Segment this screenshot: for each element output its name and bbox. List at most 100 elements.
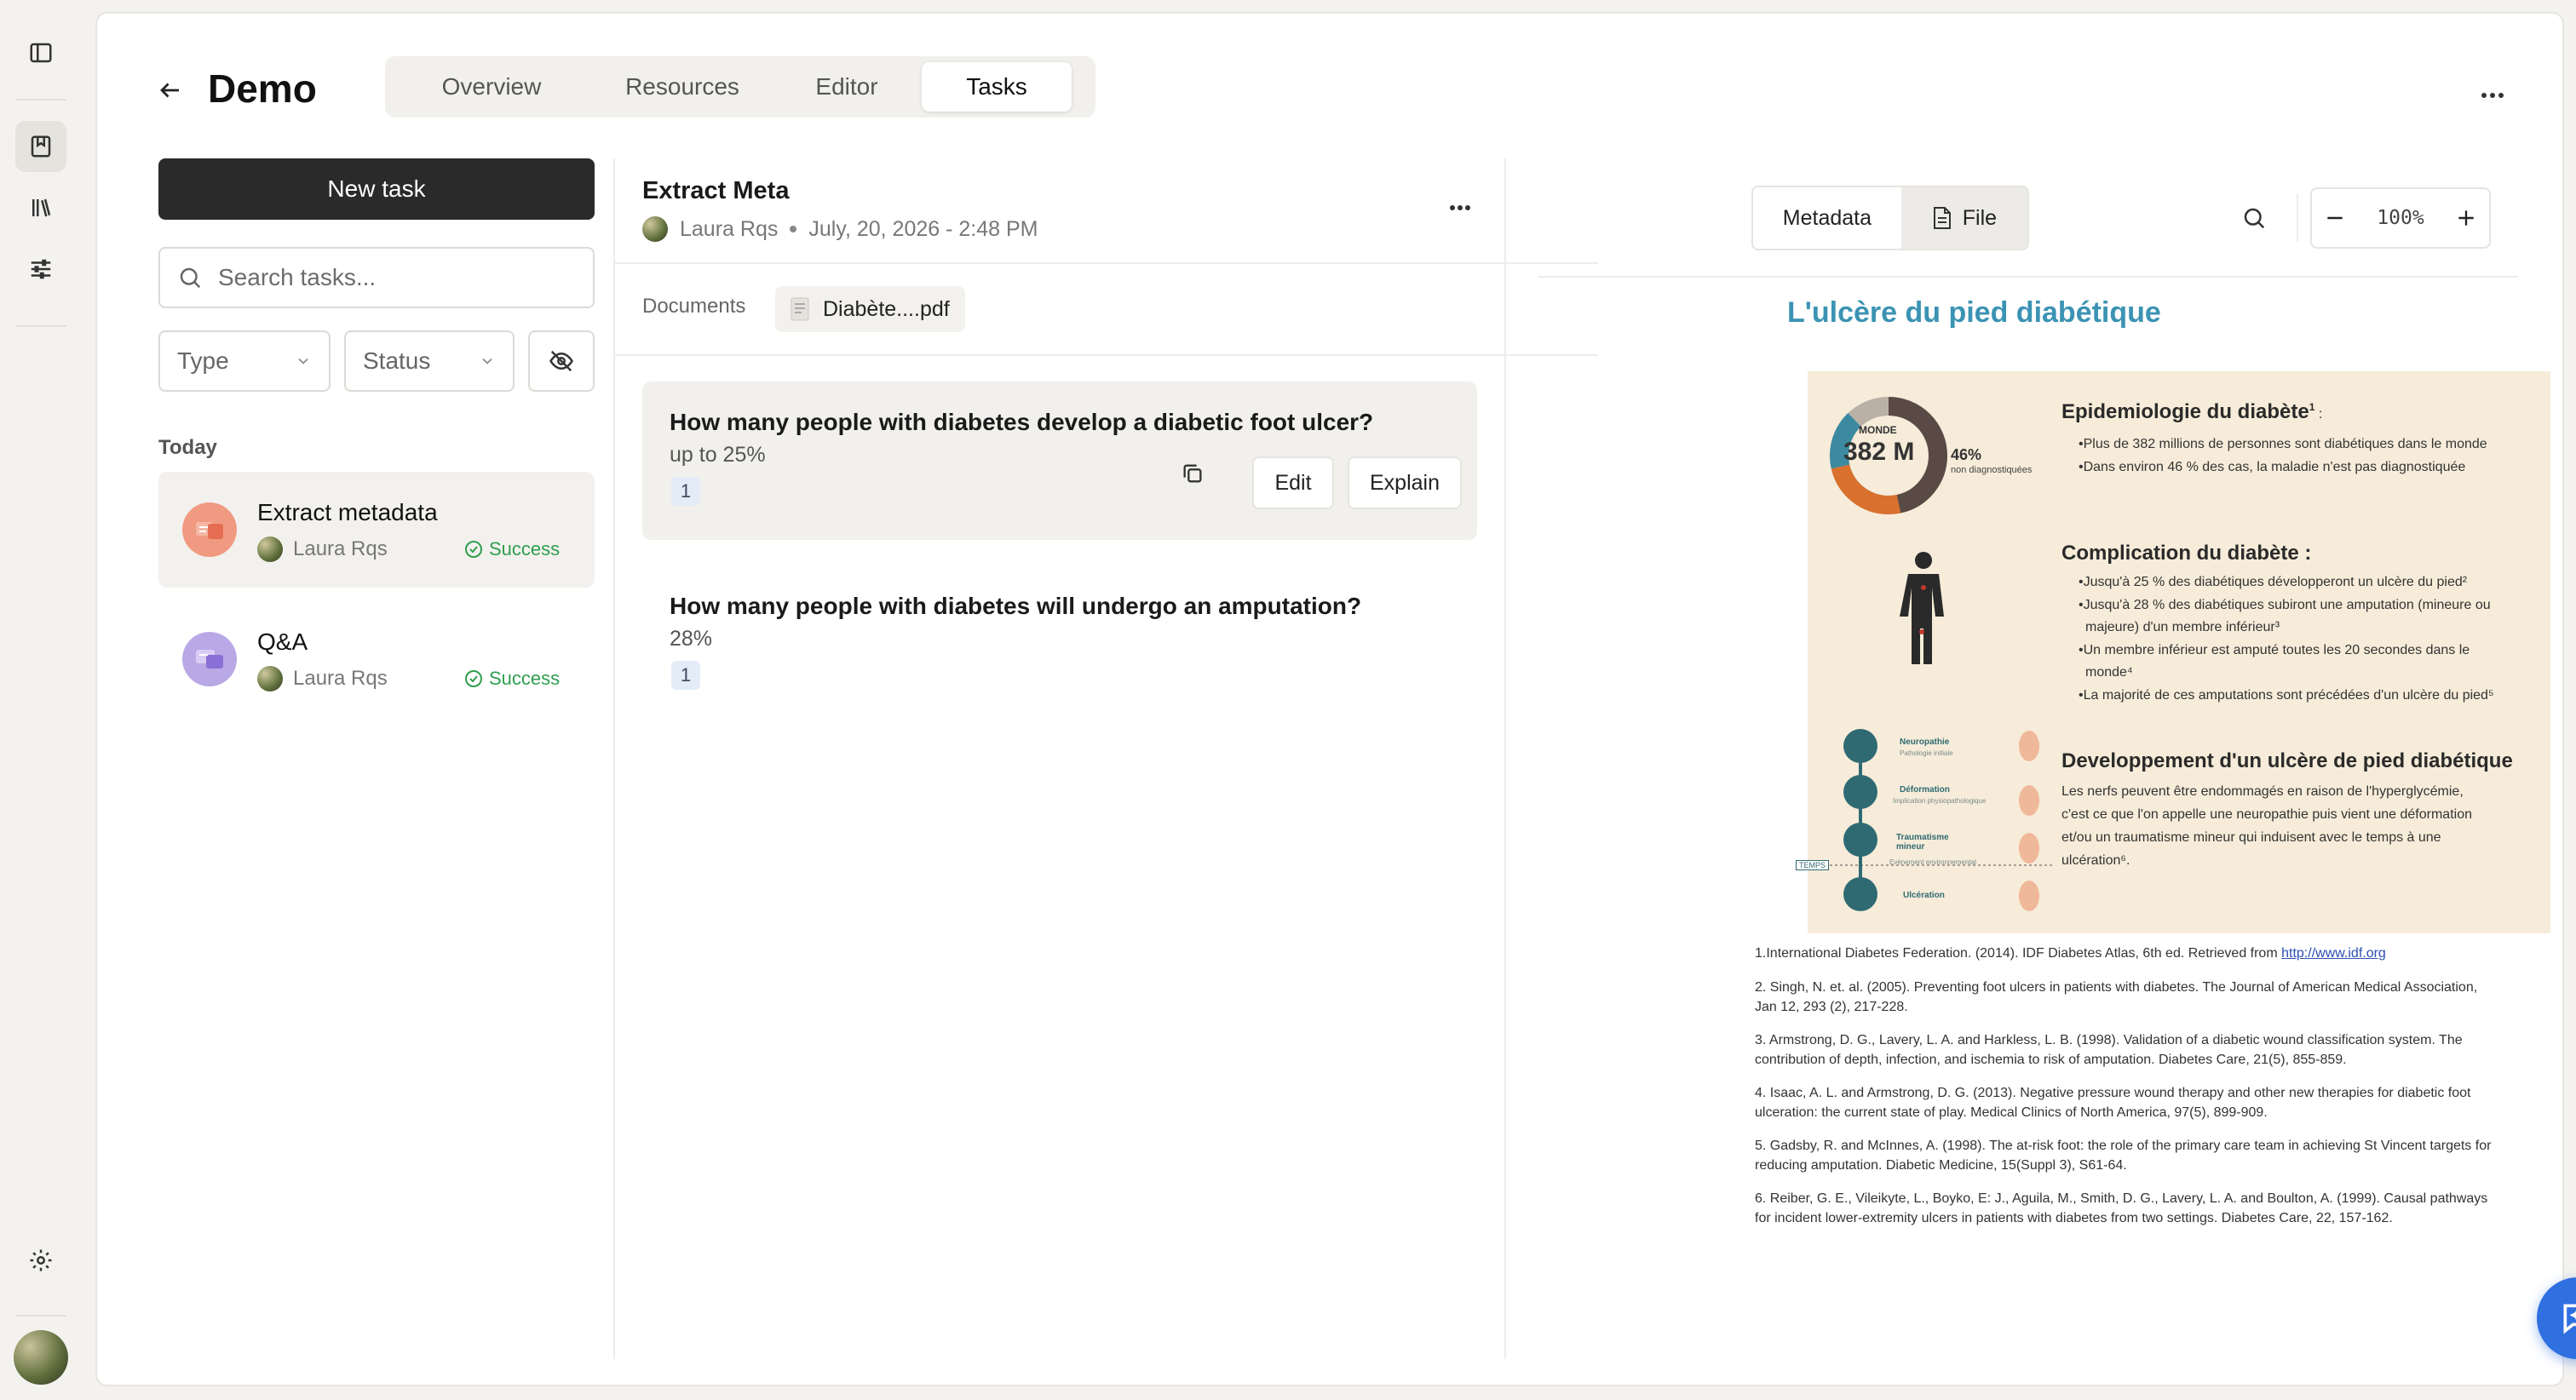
toolbar-divider	[2297, 194, 2298, 242]
file-icon	[1932, 206, 1952, 230]
status-badge: Success	[463, 538, 560, 560]
document-preview[interactable]: L'ulcère du pied diabétique MONDE 382 M …	[1750, 286, 2550, 1240]
avatar	[642, 216, 668, 242]
type-filter-label: Type	[177, 347, 229, 374]
qa-item[interactable]: How many people with diabetes develop a …	[642, 382, 1477, 540]
document-name: Diabète....pdf	[823, 296, 950, 321]
stage-sublabel: Implication physiopathologique	[1893, 797, 1987, 805]
explain-button[interactable]: Explain	[1348, 456, 1462, 509]
status-badge: Success	[463, 668, 560, 690]
poster-heading: Epidemiologie du diabète1 :	[2061, 400, 2323, 423]
column-divider	[1504, 158, 1506, 1359]
projects-icon[interactable]	[15, 121, 66, 172]
reference: 6. Reiber, G. E., Vileikyte, L., Boyko, …	[1755, 1191, 2488, 1225]
poster-line: majeure) d'un membre inférieur³	[2085, 620, 2280, 634]
donut-value: 382 M	[1843, 438, 1915, 466]
task-item[interactable]: Q&A Laura Rqs Success	[158, 601, 595, 717]
rail-divider	[15, 99, 66, 100]
search-input[interactable]	[218, 264, 576, 291]
sidebar-toggle-icon[interactable]	[15, 27, 66, 78]
edit-button[interactable]: Edit	[1252, 456, 1334, 509]
tab-resources[interactable]: Resources	[593, 62, 772, 112]
task-user: Laura Rqs	[293, 667, 388, 690]
zoom-out-icon[interactable]	[2324, 207, 2346, 229]
chat-assistant-button[interactable]	[2537, 1277, 2576, 1359]
time-label: TEMPS	[1796, 860, 1830, 870]
type-filter-select[interactable]: Type	[158, 330, 331, 392]
page-title: Demo	[208, 66, 317, 111]
section-divider	[1538, 276, 2518, 278]
qa-question: How many people with diabetes develop a …	[670, 409, 1374, 435]
copy-icon[interactable]	[1176, 456, 1210, 491]
reference-badge[interactable]: 1	[671, 661, 700, 690]
poster-line: et/ou un traumatisme mineur qui induisen…	[2061, 830, 2441, 845]
chat-icon	[182, 632, 237, 686]
check-circle-icon	[463, 668, 484, 689]
status-filter-select[interactable]: Status	[344, 330, 515, 392]
chat-sparkle-icon	[2559, 1300, 2576, 1337]
reference: 3. Armstrong, D. G., Lavery, L. A. and H…	[1755, 1033, 2463, 1067]
poster-line: •Plus de 382 millions de personnes sont …	[2079, 437, 2487, 451]
file-toggle[interactable]: File	[1900, 187, 2027, 249]
metadata-toggle[interactable]: Metadata	[1753, 187, 1901, 249]
donut-label-top: MONDE	[1859, 424, 1897, 436]
reference-link[interactable]: http://www.idf.org	[2281, 946, 2386, 961]
task-meta: Laura Rqs	[257, 536, 388, 562]
poster-line: •Dans environ 46 % des cas, la maladie n…	[2079, 460, 2466, 474]
task-name: Extract metadata	[257, 499, 438, 525]
tab-bar: Overview Resources Editor Tasks	[385, 56, 1095, 118]
chevron-down-icon	[295, 353, 312, 370]
avatar	[257, 666, 283, 691]
tab-tasks[interactable]: Tasks	[922, 62, 1072, 112]
status-filter-label: Status	[363, 347, 431, 374]
zoom-in-icon[interactable]	[2455, 207, 2477, 229]
back-arrow-icon[interactable]	[150, 70, 191, 111]
filter-row: Type Status	[158, 330, 595, 392]
metadata-icon	[182, 502, 237, 557]
section-divider	[615, 354, 1598, 356]
poster-line: •La majorité de ces amputations sont pré…	[2079, 688, 2494, 703]
more-options-icon[interactable]	[1443, 191, 1477, 225]
task-item[interactable]: Extract metadata Laura Rqs Success	[158, 472, 595, 588]
detail-date: July, 20, 2026 - 2:48 PM	[808, 216, 1038, 241]
eye-off-icon	[549, 348, 574, 374]
viewer-toggle: Metadata File	[1751, 186, 2029, 250]
documents-label: Documents	[642, 295, 746, 318]
stage-label: Déformation	[1900, 785, 1950, 795]
new-task-button[interactable]: New task	[158, 158, 595, 220]
avatar	[257, 536, 283, 562]
check-circle-icon	[463, 539, 484, 559]
more-options-icon[interactable]	[2475, 78, 2510, 112]
tab-overview[interactable]: Overview	[390, 62, 593, 112]
search-icon[interactable]	[2235, 199, 2273, 237]
zoom-level: 100%	[2377, 207, 2424, 229]
detail-meta: Laura Rqs July, 20, 2026 - 2:48 PM	[642, 216, 1038, 242]
qa-answer: up to 25%	[670, 443, 766, 467]
library-icon[interactable]	[15, 182, 66, 233]
poster-line: Les nerfs peuvent être endommagés en rai…	[2061, 784, 2464, 799]
task-meta: Laura Rqs	[257, 666, 388, 691]
poster-line: c'est ce que l'on appelle une neuropathi…	[2061, 807, 2472, 822]
file-toggle-label: File	[1962, 205, 1998, 230]
settings-sliders-icon[interactable]	[15, 244, 66, 295]
gear-icon[interactable]	[15, 1235, 66, 1286]
qa-item[interactable]: How many people with diabetes will under…	[642, 565, 1477, 727]
stage-label: Traumatisme mineur	[1896, 833, 1949, 852]
poster-line: •Jusqu'à 25 % des diabétiques développer…	[2079, 575, 2468, 589]
section-divider	[615, 262, 1598, 264]
stage-label: Neuropathie	[1900, 737, 1950, 747]
user-avatar[interactable]	[14, 1330, 68, 1385]
task-name: Q&A	[257, 628, 308, 655]
document-chip[interactable]: Diabète....pdf	[775, 286, 965, 332]
chevron-down-icon	[479, 353, 496, 370]
task-user: Laura Rqs	[293, 537, 388, 560]
hide-toggle-button[interactable]	[528, 330, 595, 392]
reference-badge[interactable]: 1	[671, 477, 700, 506]
reference: 2. Singh, N. et. al. (2005). Preventing …	[1755, 980, 2478, 1014]
search-box	[158, 247, 595, 308]
tab-editor[interactable]: Editor	[772, 62, 922, 112]
search-icon	[177, 265, 203, 290]
human-figure-icon	[1900, 552, 1944, 664]
stage-sublabel: Evènement environnemental	[1889, 858, 1976, 866]
poster-heading: Complication du diabète :	[2061, 542, 2312, 565]
